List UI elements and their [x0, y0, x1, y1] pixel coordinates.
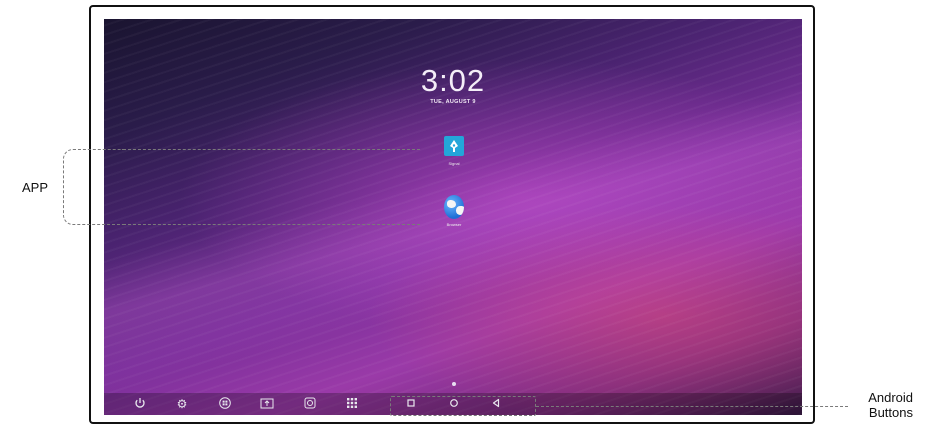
camera-icon[interactable]	[303, 397, 317, 411]
app-callout-line-top	[123, 149, 420, 150]
app-grid-icon[interactable]	[345, 397, 359, 411]
globe-icon	[444, 195, 464, 219]
lock-clock: 3:02	[420, 63, 486, 98]
android-buttons-callout-label: Android Buttons	[851, 390, 913, 420]
power-icon[interactable]	[133, 397, 147, 411]
windows-icon[interactable]	[218, 397, 232, 411]
callout-line-2: Buttons	[868, 405, 913, 420]
screen-share-icon[interactable]	[260, 397, 274, 411]
gear-icon[interactable]: ⚙	[175, 397, 189, 411]
app-signal[interactable]: Signal	[434, 136, 474, 166]
android-screen: 3:02 TUE, AUGUST 9 Signal Browser ⚙	[104, 19, 802, 415]
android-buttons-callout-box	[390, 396, 536, 416]
app-label: Browser	[446, 222, 462, 227]
app-callout-line-bottom	[123, 224, 420, 225]
app-browser[interactable]: Browser	[434, 195, 474, 227]
app-callout-bracket	[63, 149, 123, 225]
pen-nib-icon	[444, 136, 464, 156]
app-callout-label: APP	[22, 180, 49, 195]
app-label: Signal	[448, 161, 460, 166]
callout-line-1: Android	[868, 390, 913, 405]
page-indicator	[452, 382, 456, 386]
lock-date: TUE, AUGUST 9	[430, 99, 476, 105]
android-buttons-callout-line	[536, 406, 848, 407]
